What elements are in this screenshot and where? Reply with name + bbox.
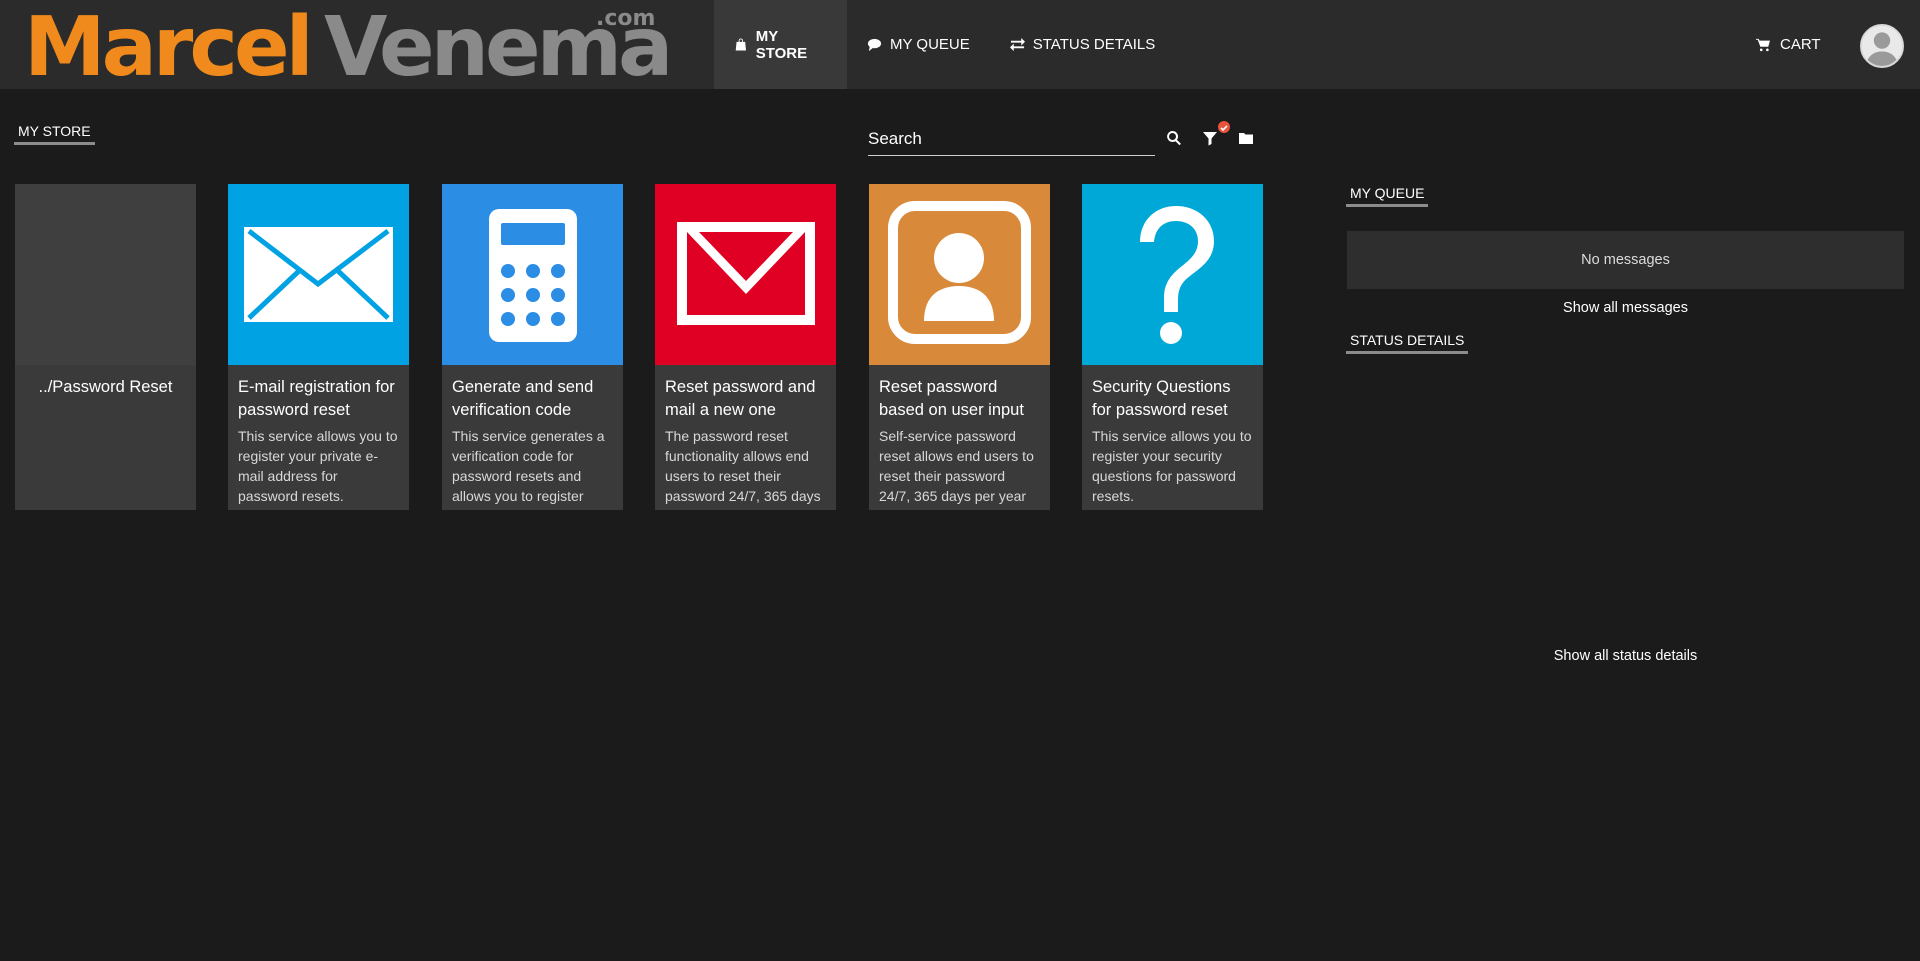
- tile-reset-password-mail[interactable]: Reset password and mail a new one The pa…: [655, 184, 836, 510]
- chat-bubble-icon: [867, 38, 882, 52]
- main-nav: MY STORE MY QUEUE STATUS DETAILS: [714, 0, 1175, 89]
- tile-title: E-mail registration for password reset: [238, 378, 395, 419]
- tile-image: [655, 184, 836, 365]
- user-silhouette-icon: [1862, 26, 1902, 66]
- cart-button[interactable]: CART: [1756, 0, 1821, 89]
- exchange-arrows-icon: [1009, 37, 1025, 52]
- tile-title: Security Questions for password reset: [1092, 378, 1231, 419]
- folder-icon: [1239, 133, 1253, 144]
- filter-icon: [1203, 132, 1217, 146]
- envelope-icon: [244, 227, 393, 322]
- filter-active-badge: [1218, 121, 1230, 133]
- my-store-heading: MY STORE: [14, 123, 95, 145]
- search-box: [868, 124, 1155, 156]
- logo[interactable]: Marcel Venema .com: [24, 6, 673, 90]
- tile-image: [15, 184, 196, 365]
- logo-main-text: Marcel: [24, 0, 314, 95]
- cart-label: CART: [1780, 36, 1821, 53]
- tile-description: This service allows you to register your…: [1092, 428, 1252, 504]
- folder-button[interactable]: [1238, 130, 1254, 146]
- queue-messages-box: No messages: [1347, 231, 1904, 289]
- nav-status-details[interactable]: STATUS DETAILS: [990, 0, 1176, 89]
- tile-image: [442, 184, 623, 365]
- search-icon: [1167, 131, 1181, 146]
- tile-title: Reset password based on user input: [879, 378, 1024, 419]
- tile-description: Self-service password reset allows end u…: [879, 428, 1034, 504]
- show-all-messages-link[interactable]: Show all messages: [1347, 300, 1904, 316]
- nav-status-details-label: STATUS DETAILS: [1032, 36, 1156, 53]
- question-mark-icon: [1140, 206, 1214, 344]
- tile-security-questions[interactable]: Security Questions for password reset Th…: [1082, 184, 1263, 510]
- checkmark-icon: [1220, 125, 1228, 132]
- cart-icon: [1756, 38, 1770, 51]
- search-button[interactable]: [1166, 130, 1182, 146]
- tile-folder-password-reset[interactable]: ../Password Reset: [15, 184, 196, 510]
- nav-my-queue[interactable]: MY QUEUE: [847, 0, 990, 89]
- nav-my-store-label: MY STORE: [755, 27, 808, 62]
- tile-image: [869, 184, 1050, 365]
- tile-email-registration[interactable]: E-mail registration for password reset T…: [228, 184, 409, 510]
- tile-image: [228, 184, 409, 365]
- mail-icon: [677, 222, 815, 325]
- nav-my-queue-label: MY QUEUE: [890, 36, 970, 53]
- show-all-status-details-link[interactable]: Show all status details: [1347, 648, 1904, 664]
- shopping-bag-icon: [735, 38, 747, 51]
- logo-suffix-text: .com: [596, 6, 656, 31]
- tile-title: Generate and send verification code: [452, 378, 594, 419]
- tile-description: This service allows you to register your…: [238, 428, 398, 504]
- my-queue-heading: MY QUEUE: [1346, 185, 1429, 207]
- user-contact-icon: [888, 201, 1031, 344]
- status-details-heading: STATUS DETAILS: [1346, 332, 1469, 354]
- nav-my-store[interactable]: MY STORE: [714, 0, 847, 89]
- top-header: Marcel Venema .com MY STORE MY QUEUE STA…: [0, 0, 1920, 90]
- filter-button[interactable]: [1202, 130, 1218, 146]
- tile-title: Reset password and mail a new one: [665, 378, 816, 419]
- tile-title: ../Password Reset: [38, 378, 173, 396]
- tile-verification-code[interactable]: Generate and send verification code This…: [442, 184, 623, 510]
- tile-reset-password-user-input[interactable]: Reset password based on user input Self-…: [869, 184, 1050, 510]
- search-input[interactable]: [868, 124, 1155, 149]
- no-messages-text: No messages: [1581, 252, 1670, 268]
- tile-description: The password reset functionality allows …: [665, 428, 821, 504]
- user-avatar[interactable]: [1860, 24, 1904, 68]
- tile-description: This service generates a verification co…: [452, 428, 605, 504]
- tile-image: [1082, 184, 1263, 365]
- calculator-icon: [489, 209, 577, 342]
